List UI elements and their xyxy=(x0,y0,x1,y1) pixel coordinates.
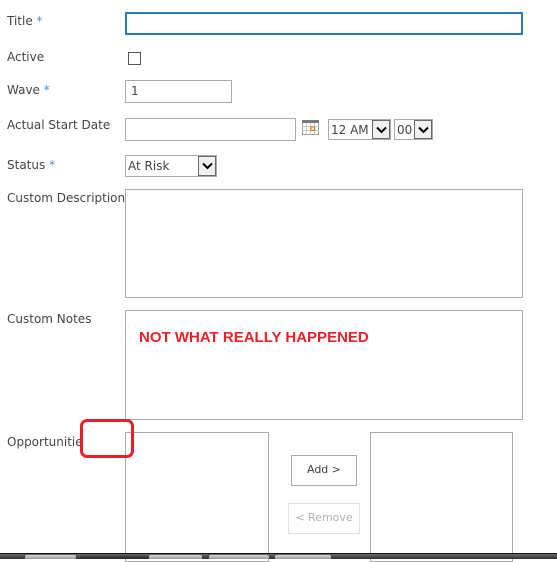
custom-description-label: Custom Description xyxy=(7,191,126,205)
taskbar-button[interactable] xyxy=(80,555,148,559)
add-button[interactable]: Add > xyxy=(291,455,357,486)
minute-select[interactable]: 00 xyxy=(394,119,433,140)
hour-value: 12 AM xyxy=(331,123,369,137)
custom-notes-label: Custom Notes xyxy=(7,312,92,326)
minute-value: 00 xyxy=(397,123,413,137)
annotation-highlight xyxy=(80,419,134,458)
required-marker: * xyxy=(36,14,43,28)
chevron-down-icon xyxy=(198,156,216,176)
required-marker: * xyxy=(49,158,56,172)
status-label: Status * xyxy=(7,158,55,172)
title-input[interactable] xyxy=(125,12,523,35)
selected-opportunities-listbox[interactable] xyxy=(370,432,513,562)
status-value: At Risk xyxy=(128,159,170,173)
custom-notes-value: NOT WHAT REALLY HAPPENED xyxy=(139,329,369,346)
active-label: Active xyxy=(7,50,45,64)
actual-start-date-label: Actual Start Date xyxy=(7,118,111,132)
chevron-down-icon xyxy=(414,120,432,139)
opportunities-label: Opportunitie xyxy=(7,435,83,449)
wave-label: Wave * xyxy=(7,83,50,97)
actual-start-date-input[interactable] xyxy=(125,118,296,141)
taskbar xyxy=(0,553,557,559)
status-select[interactable]: At Risk xyxy=(125,155,217,177)
status-label-text: Status xyxy=(7,158,46,172)
taskbar-button[interactable] xyxy=(149,555,202,559)
custom-notes-textarea[interactable]: NOT WHAT REALLY HAPPENED xyxy=(125,310,523,420)
active-checkbox[interactable] xyxy=(128,52,141,65)
title-label-text: Title xyxy=(7,14,33,28)
custom-description-textarea[interactable] xyxy=(125,189,523,298)
wave-label-text: Wave xyxy=(7,83,40,97)
remove-button[interactable]: < Remove xyxy=(288,503,360,534)
wave-input[interactable]: 1 xyxy=(125,80,232,103)
taskbar-button[interactable] xyxy=(25,555,76,559)
required-marker: * xyxy=(43,83,50,97)
chevron-down-icon xyxy=(372,120,390,139)
calendar-icon[interactable] xyxy=(302,120,319,135)
hour-select[interactable]: 12 AM xyxy=(328,119,391,140)
title-label: Title * xyxy=(7,14,43,28)
taskbar-button[interactable] xyxy=(209,555,269,559)
available-opportunities-listbox[interactable] xyxy=(125,432,269,562)
wave-value: 1 xyxy=(131,84,139,98)
taskbar-button[interactable] xyxy=(275,555,331,559)
